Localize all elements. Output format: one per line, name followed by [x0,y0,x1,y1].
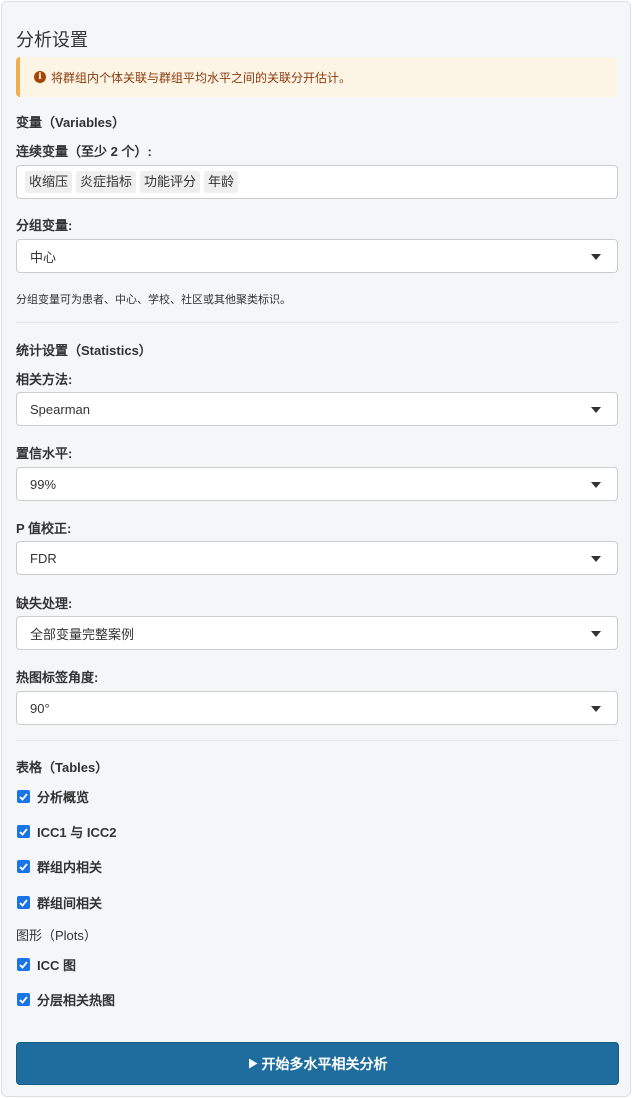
variable-tag[interactable]: 收缩压 [25,171,73,193]
checkbox-label: ICC1 与 ICC2 [37,825,117,840]
checkbox-label: 群组内相关 [37,860,103,875]
checkbox-label: 群组间相关 [37,896,103,911]
divider [16,740,618,741]
variable-tag[interactable]: 炎症指标 [76,171,137,193]
analysis-settings-panel: 分析设置 i 将群组内个体关联与群组平均水平之间的关联分开估计。 变量（Vari… [1,1,631,1097]
chevron-down-icon [591,407,601,413]
group-variable-select[interactable]: 中心 [16,239,618,273]
continuous-variables-input[interactable]: 收缩压 炎症指标 功能评分 年龄 [16,165,618,199]
plot-option-heatmap[interactable]: 分层相关热图 [17,990,115,1009]
confidence-level-select[interactable]: 99% [16,467,618,501]
chevron-down-icon [591,482,601,488]
checkbox-label: ICC 图 [37,958,77,973]
chevron-down-icon [591,706,601,712]
group-variable-value: 中心 [30,249,57,265]
checkbox-checked-icon[interactable] [17,825,30,838]
heatmap-angle-value: 90° [30,700,50,716]
heatmap-angle-label: 热图标签角度: [16,670,99,685]
table-option-icc[interactable]: ICC1 与 ICC2 [17,822,116,841]
checkbox-checked-icon[interactable] [17,896,30,909]
play-icon [248,1058,257,1069]
p-adjust-select[interactable]: FDR [16,541,618,575]
run-analysis-button[interactable]: 开始多水平相关分析 [16,1042,619,1085]
confidence-level-value: 99% [30,476,57,492]
checkbox-checked-icon[interactable] [17,860,30,873]
missing-handling-value: 全部变量完整案例 [30,626,135,642]
correlation-method-value: Spearman [30,401,90,417]
info-icon: i [34,71,46,83]
divider [16,322,618,323]
table-option-within[interactable]: 群组内相关 [17,857,102,876]
chevron-down-icon [591,556,601,562]
tables-section-title: 表格（Tables） [16,760,109,775]
plot-option-icc[interactable]: ICC 图 [17,955,76,974]
stats-section-title: 统计设置（Statistics） [16,343,152,358]
alert-text: 将群组内个体关联与群组平均水平之间的关联分开估计。 [51,70,352,85]
variable-tag[interactable]: 年龄 [204,171,239,193]
chevron-down-icon [591,631,601,637]
info-alert: i 将群组内个体关联与群组平均水平之间的关联分开估计。 [16,57,617,97]
checkbox-label: 分析概览 [37,790,90,805]
checkbox-label: 分层相关热图 [37,993,116,1008]
table-option-between[interactable]: 群组间相关 [17,893,102,912]
p-adjust-label: P 值校正: [16,521,72,536]
missing-handling-label: 缺失处理: [16,596,73,611]
plots-section-title: 图形（Plots） [16,928,97,943]
correlation-method-label: 相关方法: [16,372,73,387]
missing-handling-select[interactable]: 全部变量完整案例 [16,616,618,650]
variable-tag[interactable]: 功能评分 [140,171,201,193]
group-variable-label: 分组变量: [16,218,73,233]
variables-section-title: 变量（Variables） [16,115,126,130]
group-variable-help: 分组变量可为患者、中心、学校、社区或其他聚类标识。 [16,294,291,306]
heatmap-angle-select[interactable]: 90° [16,691,618,725]
checkbox-checked-icon[interactable] [17,993,30,1006]
checkbox-checked-icon[interactable] [17,790,30,803]
panel-title: 分析设置 [16,30,88,50]
confidence-level-label: 置信水平: [16,446,73,461]
chevron-down-icon [591,254,601,260]
p-adjust-value: FDR [30,550,57,566]
table-option-overview[interactable]: 分析概览 [17,787,89,806]
checkbox-checked-icon[interactable] [17,958,30,971]
correlation-method-select[interactable]: Spearman [16,392,618,426]
continuous-variables-label: 连续变量（至少 2 个）: [16,144,152,159]
run-analysis-label: 开始多水平相关分析 [261,1055,388,1072]
